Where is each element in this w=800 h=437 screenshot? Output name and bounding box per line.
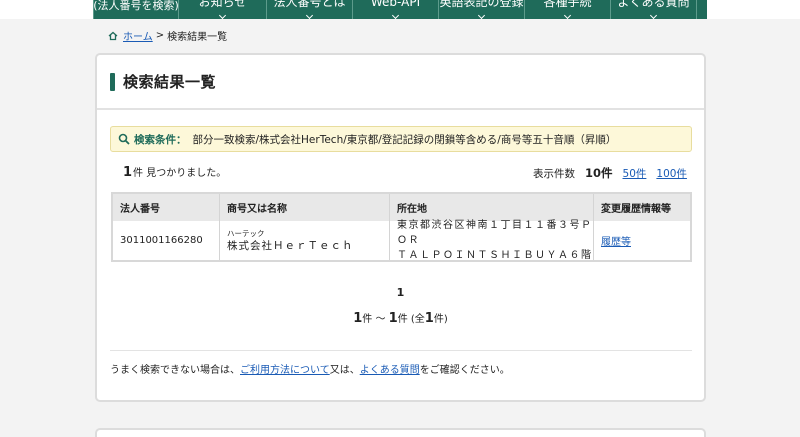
title-accent-bar (110, 73, 115, 91)
chevron-down-icon (218, 11, 226, 19)
search-condition-label: 検索条件： (134, 133, 187, 146)
result-count: 1 件 見つかりました。 (123, 164, 226, 180)
range-total: 1 (424, 311, 434, 326)
range-separator: 件 〜 (362, 314, 389, 325)
nav-item-0[interactable]: (法人番号を検索) (93, 0, 179, 19)
pagination-current-page: 1 (396, 286, 405, 299)
page-size-label: 表示件数 (533, 168, 575, 180)
cell-corporate-number: 3011001166280 (113, 221, 220, 260)
help-middle: 又は、 (329, 365, 360, 376)
cell-address: 東京都渋谷区神南１丁目１１番３号ＰＯＲ ＴＡＬＰＯＩＮＴＳＨＩＢＵＹＡ６階 (390, 220, 594, 261)
address-line-1: 東京都渋谷区神南１丁目１１番３号ＰＯＲ (397, 220, 593, 246)
range-start: 1 (353, 311, 363, 326)
breadcrumb: ホーム > 検索結果一覧 (108, 28, 228, 43)
nav-item-label: Web-API (370, 0, 421, 9)
breadcrumb-current: 検索結果一覧 (167, 32, 228, 43)
help-prefix: うまく検索できない場合は、 (110, 365, 240, 376)
trade-name: 株式会社ＨｅｒＴｅｃｈ (227, 239, 354, 252)
pagination-range: 1件 〜 1件 (全1件) (97, 310, 704, 326)
nav-item-label: 法人番号とは (273, 0, 346, 9)
range-end: 1 (388, 311, 398, 326)
result-count-text: 件 見つかりました。 (133, 168, 227, 179)
nav-item-label: お知らせ (198, 0, 247, 9)
nav-item-2[interactable]: 法人番号とは (267, 0, 353, 19)
nav-item-5[interactable]: 各種手続 (525, 0, 611, 19)
pagination: 1 (97, 286, 704, 299)
top-navigation: (法人番号を検索) お知らせ 法人番号とは Web-API 英語表記の登録 各種手続 よくあ… (0, 0, 800, 19)
chevron-down-icon (477, 11, 485, 19)
column-header-trade-name: 商号又は名称 (220, 194, 390, 221)
column-header-address: 所在地 (390, 194, 594, 221)
page-size-100-link[interactable]: 100件 (656, 166, 687, 181)
results-card: 検索結果一覧 検索条件： 部分一致検索/株式会社HerTech/東京都/登記記録… (95, 53, 706, 402)
secondary-card (95, 428, 706, 437)
divider (110, 350, 692, 351)
history-link[interactable]: 履歴等 (601, 233, 690, 248)
cell-trade-name: ハーテック 株式会社ＨｅｒＴｅｃｈ (220, 221, 390, 260)
nav-item-label: よくある質問 (617, 0, 690, 9)
nav-item-1[interactable]: お知らせ (179, 0, 267, 19)
search-condition-value: 部分一致検索/株式会社HerTech/東京都/登記記録の閉鎖等含める/商号等五十… (192, 133, 617, 146)
table-header: 法人番号 商号又は名称 所在地 変更履歴情報等 (113, 194, 690, 221)
nav-item-label: 英語表記の登録 (439, 0, 524, 9)
table-row: 3011001166280 ハーテック 株式会社ＨｅｒＴｅｃｈ 東京都渋谷区神南… (113, 220, 690, 261)
range-middle: 件 (全 (397, 314, 425, 325)
card-header: 検索結果一覧 (97, 55, 704, 110)
page-title: 検索結果一覧 (123, 73, 217, 91)
help-suffix: をご確認ください。 (419, 365, 510, 376)
home-icon (108, 31, 118, 41)
page-size-50-link[interactable]: 50件 (623, 166, 647, 181)
trade-name-kana: ハーテック (227, 228, 265, 238)
range-suffix: 件) (433, 314, 448, 325)
breadcrumb-separator: > (155, 30, 165, 41)
page-size-current: 10件 (585, 166, 613, 180)
nav-item-4[interactable]: 英語表記の登録 (439, 0, 525, 19)
chevron-down-icon (563, 11, 571, 19)
nav-item-6[interactable]: よくある質問 (611, 0, 697, 19)
search-condition-box: 検索条件： 部分一致検索/株式会社HerTech/東京都/登記記録の閉鎖等含める… (110, 126, 692, 152)
nav-item-label: (法人番号を検索) (93, 0, 179, 12)
help-text: うまく検索できない場合は、ご利用方法について又は、よくある質問をご確認ください。 (110, 361, 510, 376)
nav-item-label: 各種手続 (543, 0, 592, 9)
faq-link[interactable]: よくある質問 (360, 365, 420, 376)
corporate-number: 3011001166280 (120, 235, 203, 246)
chevron-down-icon (649, 11, 657, 19)
global-nav-bar: (法人番号を検索) お知らせ 法人番号とは Web-API 英語表記の登録 各種手続 よくあ… (93, 0, 707, 19)
chevron-down-icon (391, 11, 399, 19)
page-size-selector: 表示件数 10件 50件 100件 (533, 165, 697, 181)
address-line-2: ＴＡＬＰＯＩＮＴＳＨＩＢＵＹＡ６階 (397, 250, 593, 261)
result-count-number: 1 (123, 165, 133, 180)
usage-guide-link[interactable]: ご利用方法について (240, 365, 330, 376)
column-header-corporate-number: 法人番号 (113, 194, 220, 221)
nav-item-3[interactable]: Web-API (353, 0, 439, 19)
column-header-history: 変更履歴情報等 (601, 204, 671, 215)
chevron-down-icon (305, 11, 313, 19)
cell-history: 履歴等 (594, 221, 690, 260)
results-table: 法人番号 商号又は名称 所在地 変更履歴情報等 3011001166280 ハー… (111, 192, 692, 262)
breadcrumb-home-link[interactable]: ホーム (123, 28, 153, 43)
search-icon (118, 133, 130, 145)
